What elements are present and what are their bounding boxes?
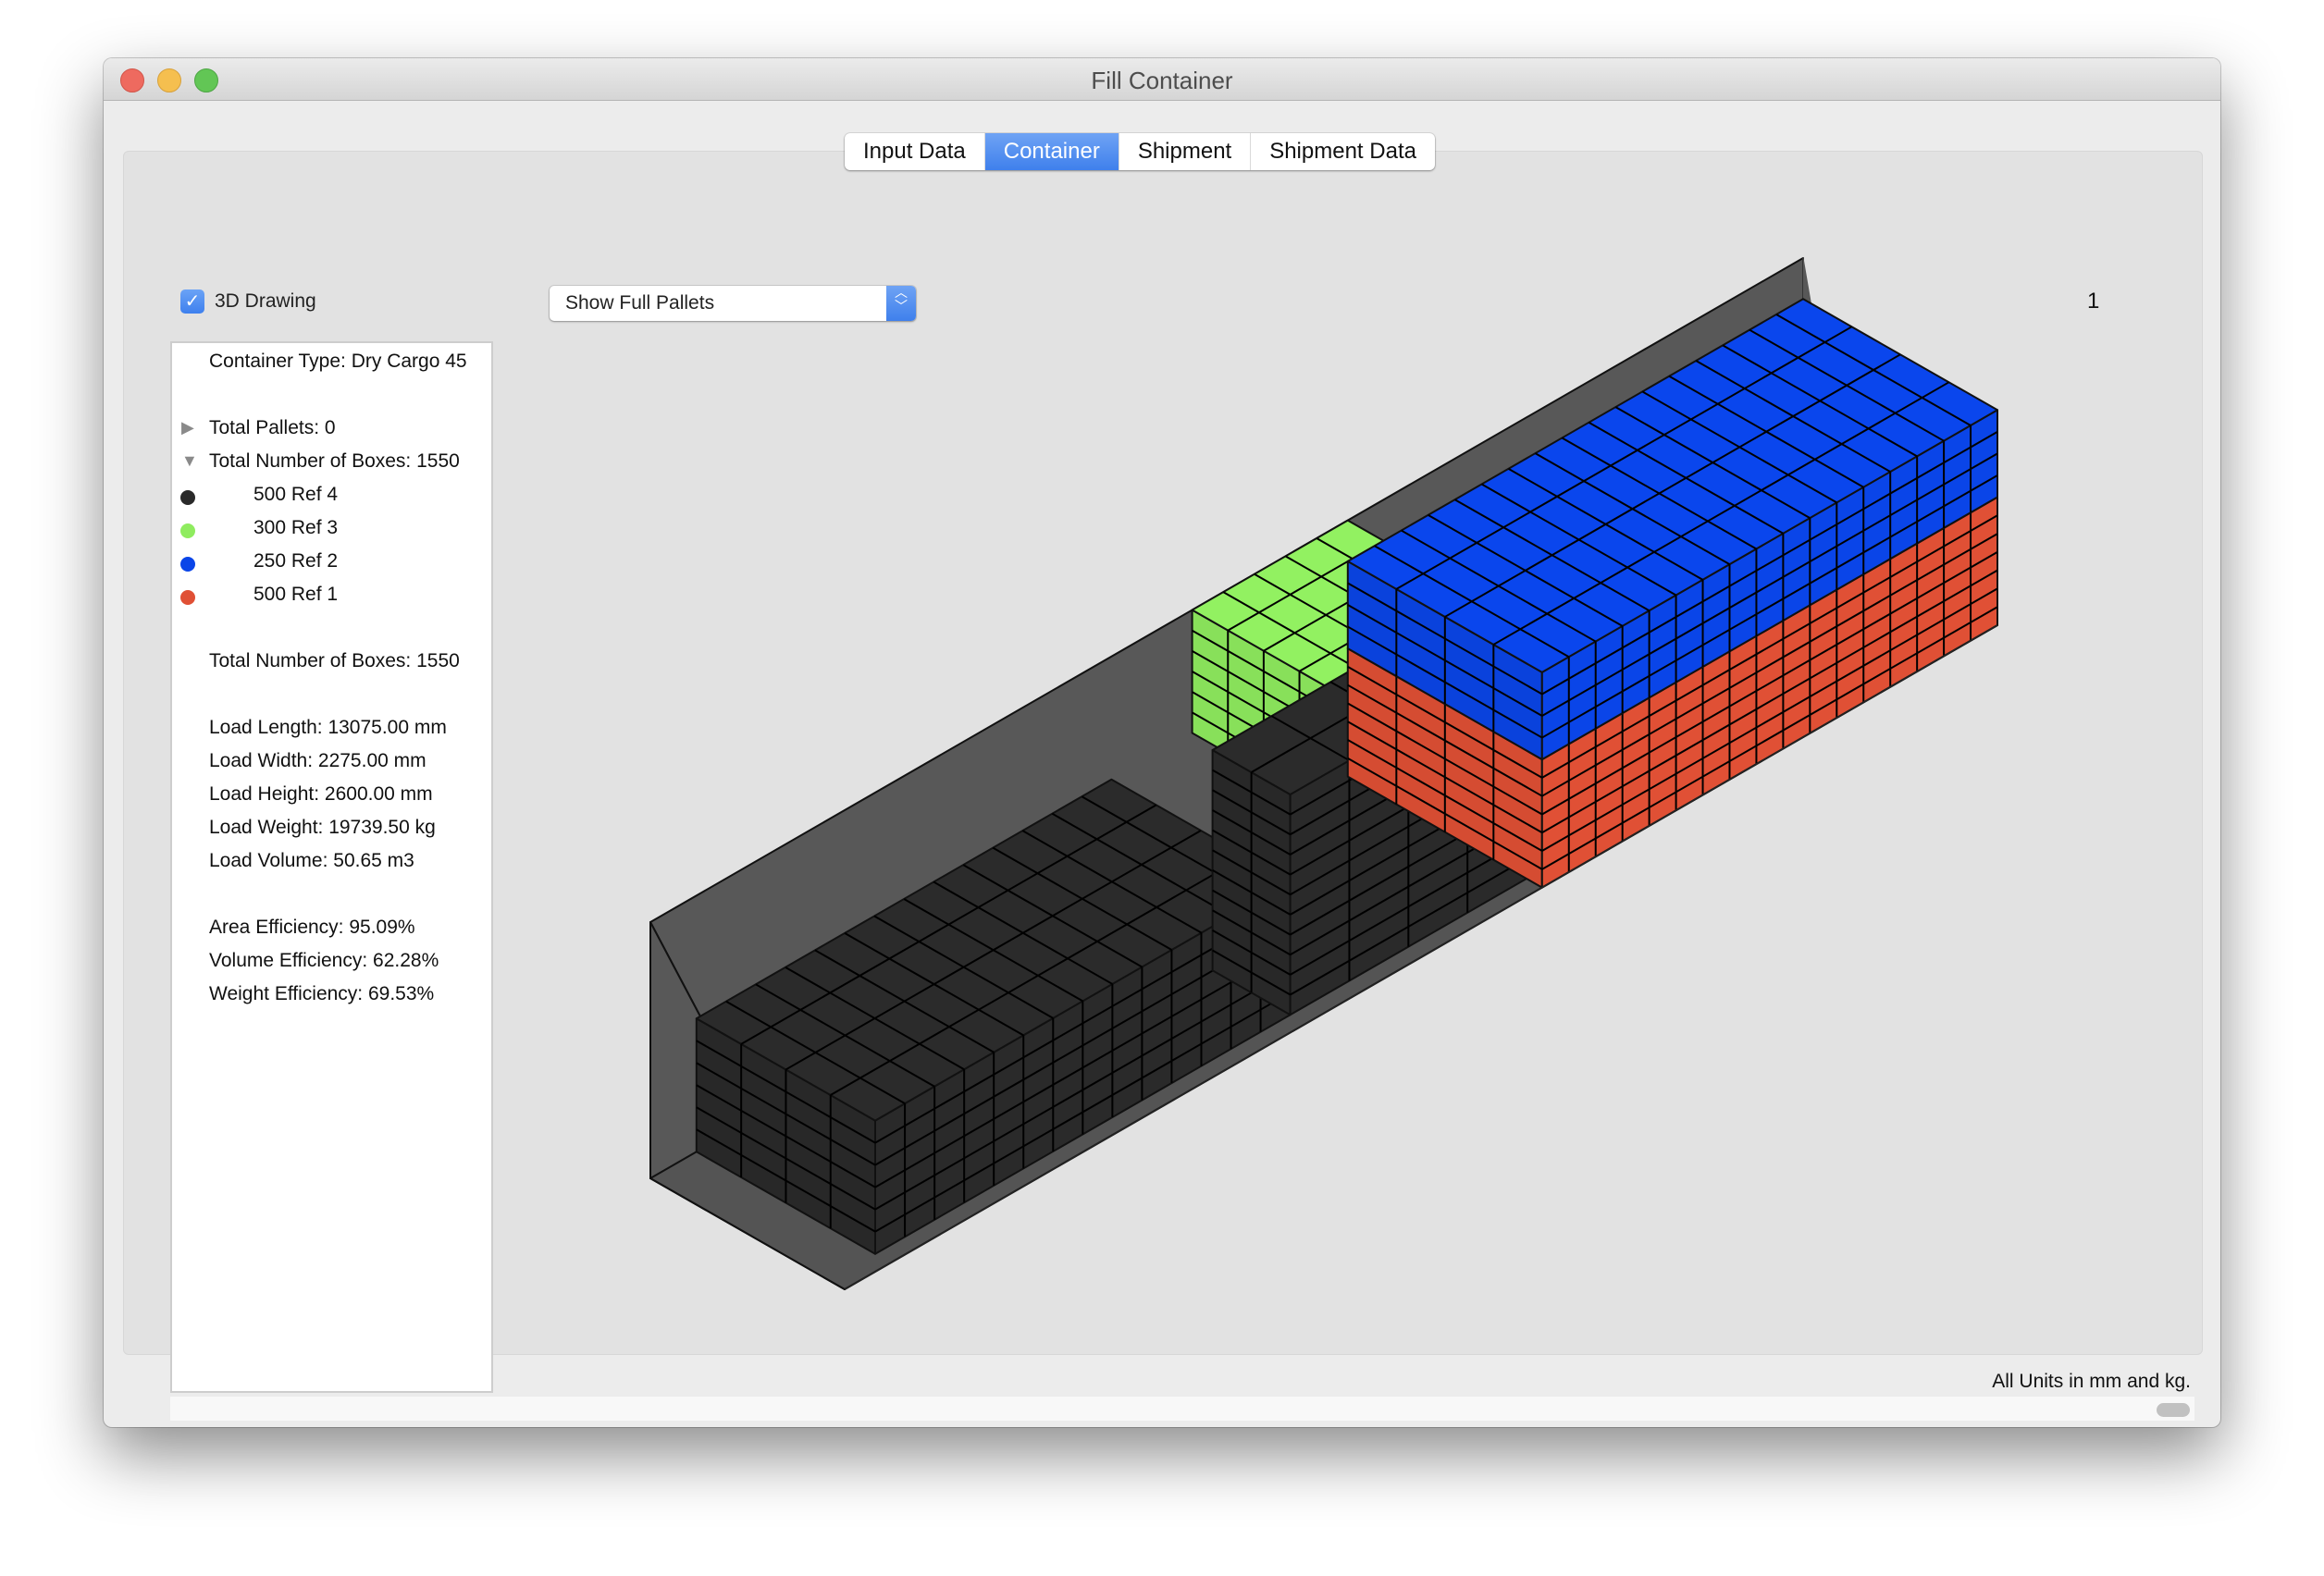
area-efficiency: Area Efficiency: 95.09% xyxy=(209,917,415,938)
volume-efficiency: Volume Efficiency: 62.28% xyxy=(209,950,439,971)
tab-bar: Input Data Container Shipment Shipment D… xyxy=(845,133,1435,170)
tab-shipment[interactable]: Shipment xyxy=(1119,133,1252,170)
horizontal-scrollbar[interactable] xyxy=(170,1396,2194,1421)
container-type: Container Type: Dry Cargo 45 xyxy=(209,351,467,372)
tab-shipment-data[interactable]: Shipment Data xyxy=(1251,133,1435,170)
load-weight: Load Weight: 19739.50 kg xyxy=(209,817,436,838)
load-width: Load Width: 2275.00 mm xyxy=(209,750,426,771)
color-dot-icon xyxy=(180,523,195,538)
page-number: 1 xyxy=(2087,289,2100,314)
color-dot-icon xyxy=(180,490,195,505)
load-height: Load Height: 2600.00 mm xyxy=(209,783,433,805)
window-title: Fill Container xyxy=(1091,67,1233,94)
total-boxes: Total Number of Boxes: 1550 xyxy=(209,650,460,671)
3d-drawing-label: 3D Drawing xyxy=(215,290,316,312)
tab-container[interactable]: Container xyxy=(984,133,1119,170)
box-item-ref2: 250 Ref 2 xyxy=(253,550,339,572)
total-pallets: Total Pallets: 0 xyxy=(209,417,336,438)
weight-efficiency: Weight Efficiency: 69.53% xyxy=(209,983,435,1004)
view-mode-selected-value: Show Full Pallets xyxy=(565,292,715,314)
disclosure-collapsed-icon[interactable]: ▶ xyxy=(181,418,194,437)
load-volume: Load Volume: 50.65 m3 xyxy=(209,850,414,871)
load-length: Load Length: 13075.00 mm xyxy=(209,717,447,738)
select-stepper-icon[interactable]: ︿ ﹀ xyxy=(886,286,916,321)
units-note: All Units in mm and kg. xyxy=(1992,1371,2191,1392)
color-dot-icon xyxy=(180,590,195,605)
disclosure-expanded-icon[interactable]: ▼ xyxy=(181,451,198,471)
title-bar: Fill Container xyxy=(104,58,2220,101)
fill-container-window: Fill Container Input Data Container Ship… xyxy=(104,58,2220,1427)
box-item-ref1: 500 Ref 1 xyxy=(253,584,339,605)
load-summary-panel: Container Type: Dry Cargo 45 ▶ Total Pal… xyxy=(170,341,493,1393)
view-mode-select[interactable]: Show Full Pallets ︿ ﹀ xyxy=(550,286,916,321)
total-boxes-header: Total Number of Boxes: 1550 xyxy=(209,450,460,472)
box-item-ref3: 300 Ref 3 xyxy=(253,517,339,538)
color-dot-icon xyxy=(180,557,195,572)
scrollbar-thumb[interactable] xyxy=(2157,1403,2190,1417)
checkbox-checked-icon[interactable]: ✓ xyxy=(180,289,204,314)
box-item-ref4: 500 Ref 4 xyxy=(253,484,339,505)
tab-input-data[interactable]: Input Data xyxy=(845,133,985,170)
container-tab-pane: ✓ 3D Drawing Show Full Pallets ︿ ﹀ 1 Cont… xyxy=(123,151,2203,1421)
3d-drawing-toggle[interactable]: ✓ 3D Drawing xyxy=(180,289,316,314)
